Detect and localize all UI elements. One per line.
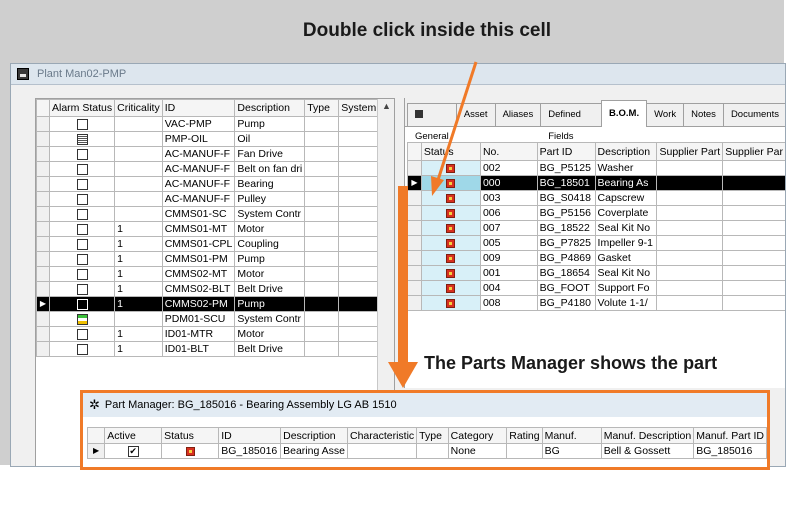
pm-id-cell[interactable]: BG_185016 <box>218 443 282 459</box>
pm-manuf-cell[interactable]: BG <box>541 443 602 459</box>
pm-status-cell <box>161 443 220 459</box>
pm-manuf-description-cell[interactable]: Bell & Gossett <box>600 443 695 459</box>
pm-table-row[interactable]: ▶ ✔ BG_185016 Bearing Asse None BG Bell … <box>86 443 767 459</box>
pm-row-header-corner <box>86 427 106 444</box>
pm-rating-cell[interactable] <box>506 443 543 459</box>
pm-characteristic-cell[interactable] <box>346 443 418 459</box>
parts-manager-window: ✲ Part Manager: BG_185016 - Bearing Asse… <box>80 390 770 470</box>
pm-col-manuf-part-id[interactable]: Manuf. Part ID <box>693 427 767 444</box>
parts-manager-grid: Active Status ID Description Characteris… <box>86 427 767 459</box>
arrow-head-down <box>388 362 418 388</box>
pm-col-active[interactable]: Active <box>104 427 163 444</box>
pm-col-characteristic[interactable]: Characteristic <box>346 427 418 444</box>
pm-col-description[interactable]: Description <box>280 427 348 444</box>
arrow-head-cell <box>431 176 444 196</box>
pm-manuf-part-id-cell[interactable]: BG_185016 <box>693 443 767 459</box>
pm-col-status[interactable]: Status <box>161 427 220 444</box>
current-row-icon: ▶ <box>86 443 106 459</box>
parts-manager-title: Part Manager: BG_185016 - Bearing Assemb… <box>104 399 397 411</box>
pm-col-id[interactable]: ID <box>218 427 282 444</box>
active-checkbox[interactable]: ✔ <box>104 443 163 459</box>
pm-category-cell[interactable]: None <box>447 443 508 459</box>
pm-description-cell[interactable]: Bearing Asse <box>280 443 348 459</box>
pm-col-manuf-description[interactable]: Manuf. Description <box>600 427 695 444</box>
pm-col-manuf[interactable]: Manuf. <box>541 427 602 444</box>
part-status-icon <box>185 446 195 456</box>
gear-icon: ✲ <box>89 397 100 412</box>
pm-col-type[interactable]: Type <box>416 427 449 444</box>
pm-col-rating[interactable]: Rating <box>506 427 543 444</box>
arrow-to-cell <box>436 61 478 181</box>
parts-manager-titlebar: ✲ Part Manager: BG_185016 - Bearing Asse… <box>83 393 767 417</box>
pm-type-cell[interactable] <box>416 443 449 459</box>
pm-col-category[interactable]: Category <box>447 427 508 444</box>
